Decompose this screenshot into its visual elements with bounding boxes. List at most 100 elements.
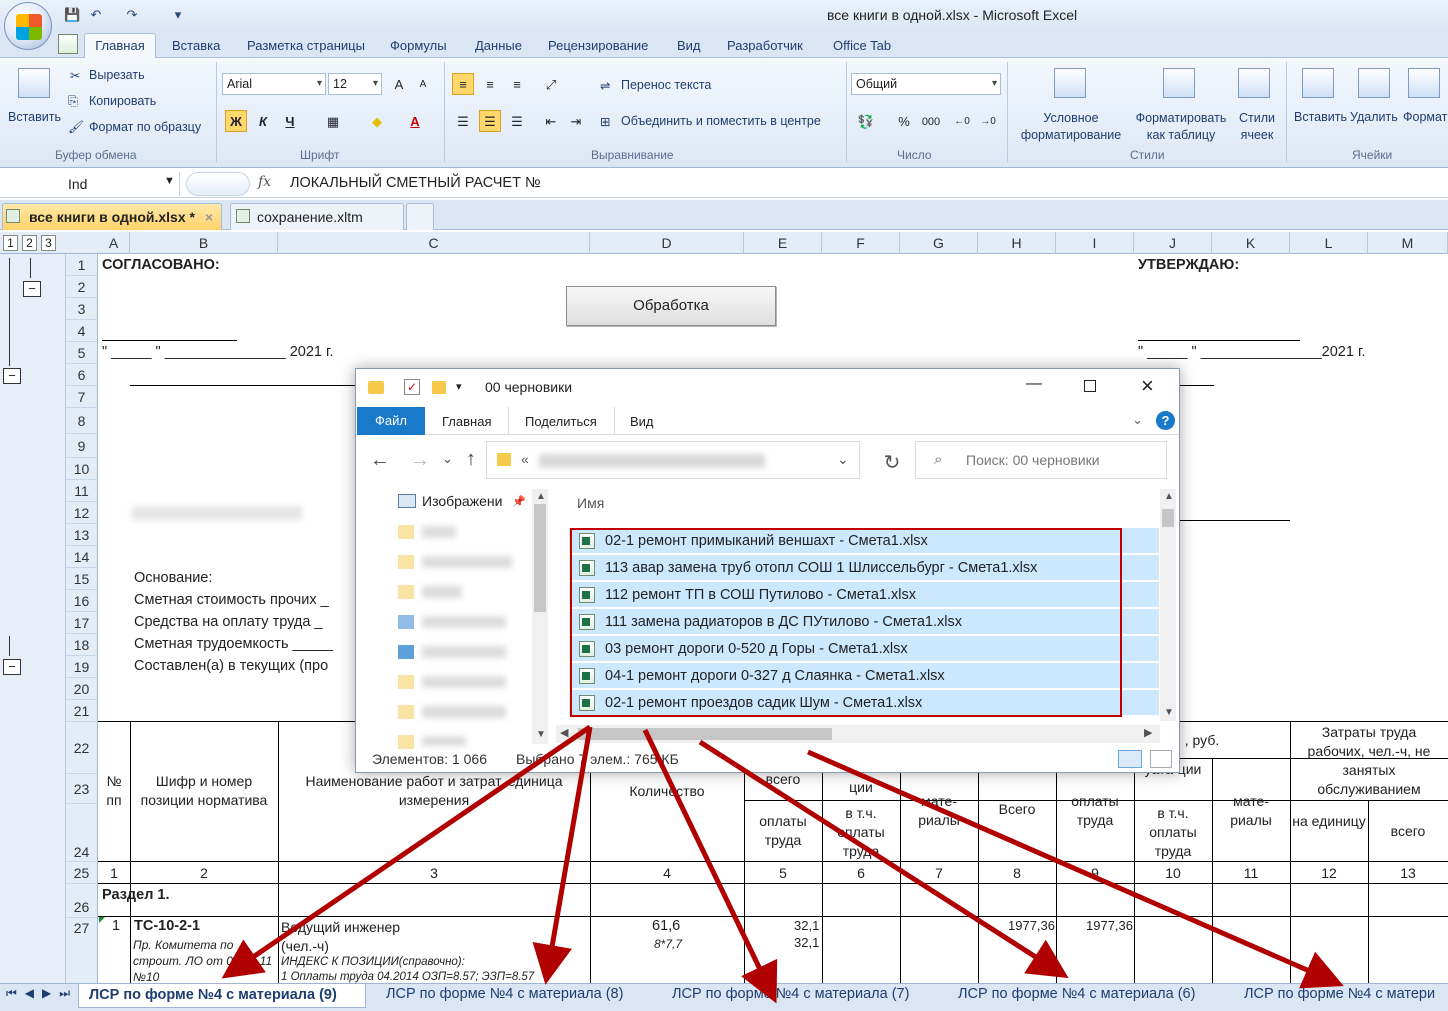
nav-item-blurred[interactable] [422,526,456,538]
name-box[interactable]: Ind [0,172,180,196]
horizontal-scroll-thumb[interactable] [578,728,832,740]
new-tab-button[interactable] [406,203,434,230]
cell-styles-icon[interactable] [1238,68,1270,98]
column-header-g[interactable]: G [900,232,978,254]
nav-item-blurred[interactable] [422,616,506,628]
tiles-view-icon[interactable] [1150,750,1172,768]
formula-content[interactable]: ЛОКАЛЬНЫЙ СМЕТНЫЙ РАСЧЕТ № [290,175,541,191]
row-header[interactable]: 24 [66,804,98,862]
row-header[interactable]: 17 [66,612,98,634]
increase-indent-icon[interactable]: ⇥ [565,110,587,132]
formula-bar-slider[interactable] [186,172,250,196]
increase-decimal-icon[interactable]: ←0 [951,110,973,132]
row-header[interactable]: 4 [66,320,98,342]
align-top-icon[interactable]: ≡ [452,73,474,95]
nav-item-pictures[interactable]: Изображени [422,493,502,509]
percent-button[interactable]: % [893,110,915,132]
outline-level-2[interactable]: 2 [22,235,37,251]
row-header[interactable]: 8 [66,408,98,434]
row-header[interactable]: 15 [66,568,98,590]
row-header[interactable]: 18 [66,634,98,656]
refresh-icon[interactable]: ↻ [874,447,910,479]
undo-icon[interactable]: ↶ [88,7,104,23]
row-header[interactable]: 5 [66,342,98,364]
sheet-tab-active[interactable]: ЛСР по форме №4 с материала (9) [78,984,366,1008]
expand-ribbon-icon[interactable]: ⌄ [1132,412,1143,428]
collapse-group-icon[interactable]: − [3,659,21,675]
format-painter-icon[interactable]: 🖌 [68,120,84,135]
redo-icon[interactable]: ↷ [124,7,140,23]
customize-qat-icon[interactable]: ▾ [170,7,186,23]
row-header[interactable]: 13 [66,524,98,546]
workbook-tab-active[interactable]: все книги в одной.xlsx * × [2,203,223,230]
row-header[interactable]: 7 [66,386,98,408]
file-list-scroll-thumb[interactable] [1162,509,1174,527]
fill-color-icon[interactable]: ◆ [366,110,388,132]
delete-cells-button[interactable]: Удалить [1350,110,1398,124]
nav-item-blurred[interactable] [422,706,506,718]
column-header-h[interactable]: H [978,232,1056,254]
format-as-table-icon[interactable] [1163,68,1195,98]
row-header[interactable]: 2 [66,276,98,298]
column-header-l[interactable]: L [1290,232,1368,254]
nav-item-blurred[interactable] [422,676,506,688]
insert-cells-button[interactable]: Вставить [1294,110,1347,124]
column-header-m[interactable]: M [1368,232,1448,254]
close-icon[interactable]: × [1141,373,1154,399]
tab-insert[interactable]: Вставка [172,38,220,53]
nav-item-blurred[interactable] [422,646,506,658]
row-header[interactable]: 1 [66,254,98,276]
workbook-tab[interactable]: сохранение.xltm [230,203,404,230]
nav-pane-scroll-thumb[interactable] [534,504,546,612]
nav-item-blurred[interactable] [422,586,462,598]
outline-level-1[interactable]: 1 [3,235,18,251]
column-header-c[interactable]: C [278,232,590,254]
conditional-formatting-icon[interactable] [1054,68,1086,98]
font-color-icon[interactable]: A [404,110,426,132]
column-header-e[interactable]: E [744,232,822,254]
format-as-table-button[interactable]: Форматировать как таблицу [1131,110,1231,144]
tab-office-tab[interactable]: Office Tab [833,38,891,53]
sheet-tab[interactable]: ЛСР по форме №4 с материала (8) [386,986,623,1002]
italic-button[interactable]: К [252,110,274,132]
nav-item-blurred[interactable] [422,556,512,568]
tab-view[interactable]: Вид [630,414,654,429]
delete-cells-icon[interactable] [1358,68,1390,98]
sheet-tab[interactable]: ЛСР по форме №4 с материала (7) [672,986,909,1002]
row-header[interactable]: 6 [66,364,98,386]
scroll-left-icon[interactable]: ◀ [560,726,568,739]
column-header-f[interactable]: F [822,232,900,254]
nav-item-blurred[interactable] [422,736,466,746]
collapse-group-icon[interactable]: − [23,281,41,297]
recent-dropdown-icon[interactable]: ⌄ [442,451,453,467]
minimize-icon[interactable]: — [1026,375,1042,393]
row-header[interactable]: 26 [66,884,98,918]
row-header[interactable]: 25 [66,862,98,884]
sheet-tab[interactable]: ЛСР по форме №4 с матери [1244,986,1435,1002]
column-header-name[interactable]: Имя [577,495,604,511]
scroll-down-icon[interactable]: ▼ [536,729,546,740]
tab-data[interactable]: Данные [475,38,522,53]
row-header[interactable]: 3 [66,298,98,320]
help-icon[interactable]: ? [1156,411,1175,430]
row-header[interactable]: 14 [66,546,98,568]
align-middle-icon[interactable]: ≡ [479,73,501,95]
grow-font-icon[interactable]: A [388,73,410,95]
tab-share[interactable]: Поделиться [525,414,597,429]
name-box-dropdown-icon[interactable]: ▼ [164,175,175,187]
qat-dropdown-icon[interactable]: ▾ [456,380,462,393]
up-arrow-icon[interactable]: ↑ [466,448,476,471]
column-header-a[interactable]: A [98,232,130,254]
number-format-combo[interactable]: Общий [851,73,1001,95]
back-arrow-icon[interactable]: ← [370,449,390,472]
column-header-d[interactable]: D [590,232,744,254]
search-input[interactable]: Поиск: 00 черновики [915,441,1167,479]
font-size-combo[interactable]: 12 [328,73,382,95]
tab-view[interactable]: Вид [677,38,701,53]
align-center-icon[interactable]: ☰ [479,110,501,132]
row-header[interactable]: 22 [66,722,98,774]
column-header-b[interactable]: B [130,232,278,254]
cut-button[interactable]: Вырезать [89,68,145,82]
bold-button[interactable]: Ж [225,110,247,132]
sheet-tab[interactable]: ЛСР по форме №4 с материала (6) [958,986,1195,1002]
